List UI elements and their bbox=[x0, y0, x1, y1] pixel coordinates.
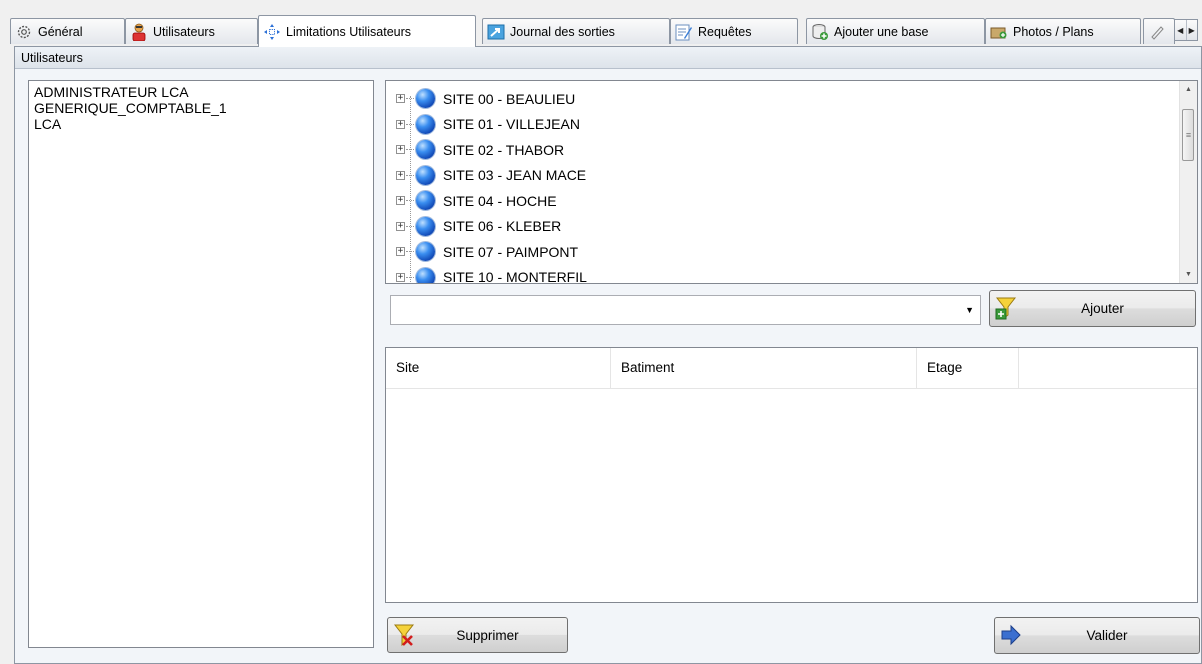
globe-icon bbox=[416, 114, 435, 134]
tree-node-label: SITE 04 - HOCHE bbox=[443, 192, 557, 209]
scroll-up-icon[interactable]: ▲ bbox=[1180, 81, 1197, 98]
tab-label: Photos / Plans bbox=[1013, 24, 1094, 39]
expand-icon[interactable]: + bbox=[396, 170, 405, 180]
add-filter-icon bbox=[995, 296, 1017, 320]
tree-node[interactable]: + SITE 03 - JEAN MACE bbox=[396, 163, 587, 189]
list-item[interactable]: LCA bbox=[34, 116, 368, 132]
column-header-etage[interactable]: Etage bbox=[917, 348, 1019, 388]
user-icon bbox=[130, 23, 148, 41]
tab-scroll-buttons: ◀ ▶ bbox=[1174, 19, 1198, 41]
photos-icon bbox=[990, 23, 1008, 41]
list-header: Site Batiment Etage bbox=[386, 348, 1197, 389]
scroll-right-icon[interactable]: ▶ bbox=[1187, 20, 1198, 40]
list-item[interactable]: ADMINISTRATEUR LCA bbox=[34, 84, 368, 100]
tree-node-label: SITE 01 - VILLEJEAN bbox=[443, 116, 580, 133]
limitations-list[interactable]: Site Batiment Etage bbox=[385, 347, 1198, 603]
tree-node-label: SITE 02 - THABOR bbox=[443, 141, 565, 158]
tab-label: Ajouter une base bbox=[834, 24, 929, 39]
globe-icon bbox=[416, 267, 435, 283]
scrollbar-thumb[interactable]: ≡ bbox=[1182, 109, 1194, 161]
add-button-label: Ajouter bbox=[1081, 301, 1124, 316]
gear-icon bbox=[15, 23, 33, 41]
globe-icon bbox=[416, 165, 435, 185]
tree-node-label: SITE 00 - BEAULIEU bbox=[443, 90, 576, 107]
tree-node-label: SITE 06 - KLEBER bbox=[443, 218, 562, 235]
expand-icon[interactable]: + bbox=[396, 119, 405, 129]
tree-node-label: SITE 03 - JEAN MACE bbox=[443, 167, 587, 184]
pencil-icon bbox=[1148, 23, 1166, 41]
tab-general[interactable]: Général bbox=[10, 18, 125, 44]
tab-limitations-utilisateurs[interactable]: Limitations Utilisateurs bbox=[258, 15, 476, 47]
user-list[interactable]: ADMINISTRATEUR LCA GENERIQUE_COMPTABLE_1… bbox=[28, 80, 374, 648]
globe-icon bbox=[416, 191, 435, 211]
tab-utilisateurs[interactable]: Utilisateurs bbox=[125, 18, 258, 44]
expand-icon[interactable]: + bbox=[396, 94, 405, 104]
tree-node-label: SITE 07 - PAIMPONT bbox=[443, 243, 579, 260]
tab-strip: Général Utilisateurs Limitations Utilisa… bbox=[0, 0, 1202, 48]
tree-node[interactable]: + SITE 00 - BEAULIEU bbox=[396, 86, 587, 112]
move-arrows-icon bbox=[263, 23, 281, 41]
tree-node[interactable]: + SITE 02 - THABOR bbox=[396, 137, 587, 163]
dropdown-arrow-icon[interactable]: ▼ bbox=[965, 305, 974, 315]
tab-label: Journal des sorties bbox=[510, 24, 615, 39]
tab-partial[interactable] bbox=[1143, 18, 1175, 44]
scroll-left-icon[interactable]: ◀ bbox=[1175, 20, 1187, 40]
tree-node-label: SITE 10 - MONTERFIL bbox=[443, 269, 587, 284]
tree-node[interactable]: + SITE 01 - VILLEJEAN bbox=[396, 112, 587, 138]
tab-label: Général bbox=[38, 24, 83, 39]
tree-node[interactable]: + SITE 07 - PAIMPONT bbox=[396, 239, 587, 265]
list-item[interactable]: GENERIQUE_COMPTABLE_1 bbox=[34, 100, 368, 116]
group-title: Utilisateurs bbox=[15, 47, 1201, 69]
remove-filter-icon bbox=[393, 623, 415, 647]
site-combobox[interactable]: ▼ bbox=[390, 295, 981, 325]
add-database-icon bbox=[811, 23, 829, 41]
globe-icon bbox=[416, 216, 435, 236]
arrow-right-icon bbox=[1000, 623, 1022, 647]
expand-icon[interactable]: + bbox=[396, 272, 405, 282]
tab-label: Requêtes bbox=[698, 24, 752, 39]
query-icon bbox=[675, 23, 693, 41]
expand-icon[interactable]: + bbox=[396, 221, 405, 231]
tab-photos-plans[interactable]: Photos / Plans bbox=[985, 18, 1141, 44]
tab-journal-des-sorties[interactable]: Journal des sorties bbox=[482, 18, 670, 44]
delete-button[interactable]: Supprimer bbox=[387, 617, 568, 653]
validate-button-label: Valider bbox=[1086, 628, 1128, 643]
tab-ajouter-une-base[interactable]: Ajouter une base bbox=[806, 18, 985, 44]
limitations-panel: Utilisateurs ADMINISTRATEUR LCA GENERIQU… bbox=[14, 46, 1202, 664]
add-button[interactable]: Ajouter bbox=[989, 290, 1196, 327]
tab-label: Limitations Utilisateurs bbox=[286, 24, 412, 39]
tree-node[interactable]: + SITE 06 - KLEBER bbox=[396, 214, 587, 240]
tab-requetes[interactable]: Requêtes bbox=[670, 18, 798, 44]
column-header-batiment[interactable]: Batiment bbox=[611, 348, 917, 388]
export-icon bbox=[487, 23, 505, 41]
globe-icon bbox=[416, 242, 435, 262]
tree-node[interactable]: + SITE 04 - HOCHE bbox=[396, 188, 587, 214]
expand-icon[interactable]: + bbox=[396, 196, 405, 206]
expand-icon[interactable]: + bbox=[396, 145, 405, 155]
scroll-down-icon[interactable]: ▼ bbox=[1180, 266, 1197, 283]
column-header-site[interactable]: Site bbox=[386, 348, 611, 388]
site-tree[interactable]: + SITE 00 - BEAULIEU + SITE 01 - VILLEJEAN… bbox=[385, 80, 1198, 284]
globe-icon bbox=[416, 140, 435, 160]
validate-button[interactable]: Valider bbox=[994, 617, 1200, 654]
tree-node[interactable]: + SITE 10 - MONTERFIL bbox=[396, 265, 587, 284]
tree-scrollbar[interactable]: ▲ ≡ ▼ bbox=[1179, 81, 1197, 283]
expand-icon[interactable]: + bbox=[396, 247, 405, 257]
tab-label: Utilisateurs bbox=[153, 24, 215, 39]
globe-icon bbox=[416, 89, 435, 109]
